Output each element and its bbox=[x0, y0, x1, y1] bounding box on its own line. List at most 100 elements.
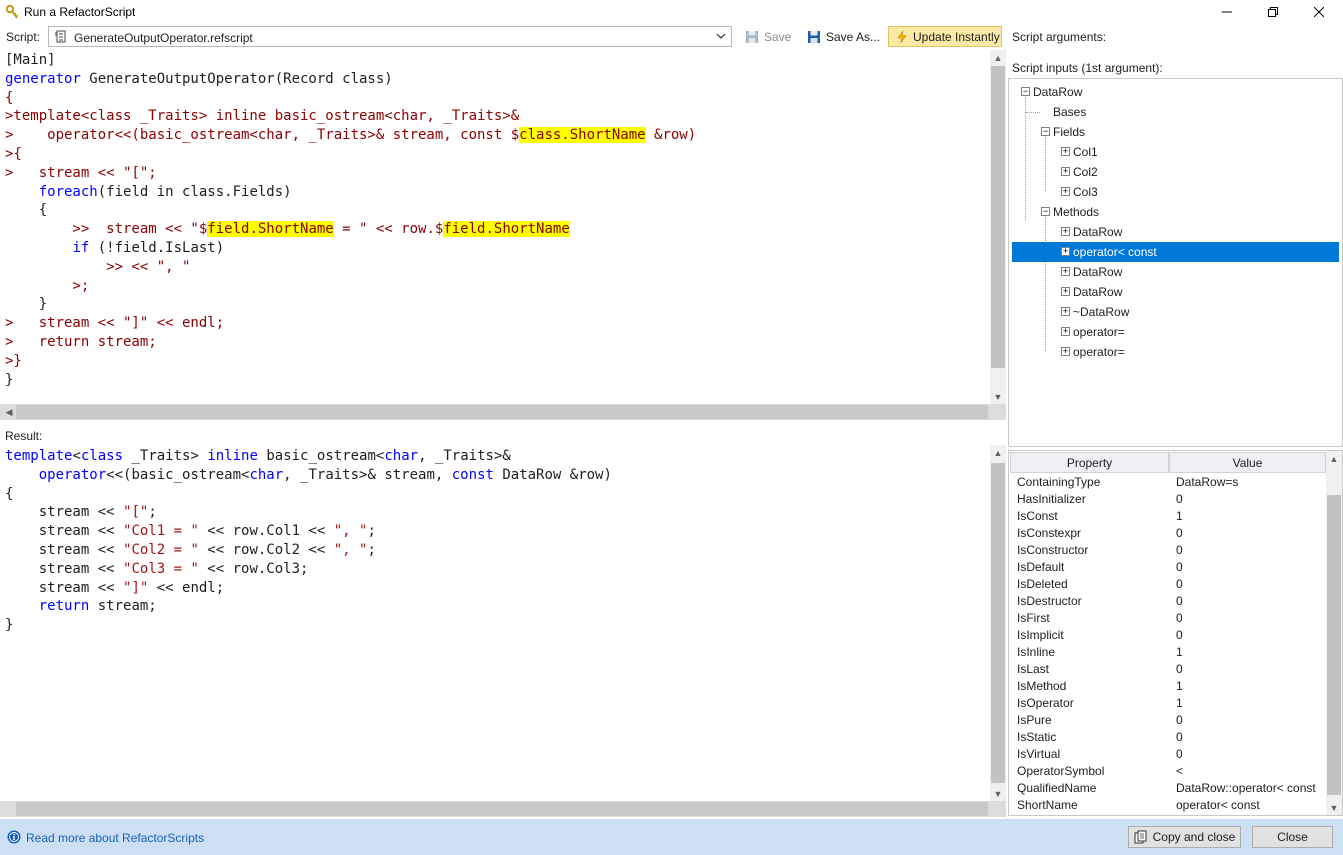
property-grid[interactable]: Property Value ContainingType DataRow=s Ha… bbox=[1008, 450, 1343, 816]
code-token: , _Traits>& bbox=[418, 448, 511, 464]
scrollbar-thumb[interactable] bbox=[991, 66, 1005, 368]
expand-icon[interactable]: + bbox=[1061, 247, 1070, 256]
property-row[interactable]: IsDefault 0 bbox=[1009, 559, 1325, 576]
scroll-up-icon[interactable]: ▲ bbox=[1327, 454, 1341, 464]
scroll-up-icon[interactable]: ▲ bbox=[991, 53, 1005, 63]
tree-node-fields[interactable]: − Fields bbox=[1035, 122, 1235, 142]
property-name: IsConst bbox=[1017, 509, 1058, 523]
tree-guide bbox=[1025, 97, 1026, 221]
scrollbar-thumb[interactable] bbox=[16, 802, 988, 816]
script-editor[interactable]: [Main] generator GenerateOutputOperator(R… bbox=[0, 50, 990, 404]
result-editor-vertical-scrollbar[interactable]: ▲ ▼ bbox=[990, 445, 1006, 801]
code-token: << endl; bbox=[148, 579, 225, 596]
property-name: IsDeleted bbox=[1017, 577, 1068, 591]
scroll-up-icon[interactable]: ▲ bbox=[991, 448, 1005, 458]
property-row[interactable]: IsConstructor 0 bbox=[1009, 542, 1325, 559]
code-token: >{ bbox=[5, 145, 22, 162]
code-token: basic_ostream< bbox=[257, 448, 385, 464]
expand-icon[interactable]: + bbox=[1061, 327, 1070, 336]
property-row[interactable]: IsInline 1 bbox=[1009, 644, 1325, 661]
minimize-button[interactable] bbox=[1204, 0, 1250, 24]
expand-icon[interactable]: + bbox=[1061, 267, 1070, 276]
collapse-icon[interactable]: − bbox=[1021, 87, 1030, 96]
property-value: 0 bbox=[1176, 577, 1183, 591]
scrollbar-thumb[interactable] bbox=[16, 405, 988, 419]
tree-node-label: DataRow bbox=[1073, 265, 1123, 279]
property-grid-scrollbar[interactable]: ▲ ▼ bbox=[1326, 451, 1342, 815]
script-inputs-tree[interactable]: − DataRow Bases − Fields + Col1 + Col2 + Col3… bbox=[1008, 78, 1343, 447]
close-window-button[interactable] bbox=[1296, 0, 1342, 24]
property-row[interactable]: IsImplicit 0 bbox=[1009, 627, 1325, 644]
property-row[interactable]: HasInitializer 0 bbox=[1009, 491, 1325, 508]
tree-node-item[interactable]: + Col2 bbox=[1055, 162, 1255, 182]
save-as-button[interactable]: Save As... bbox=[803, 26, 884, 47]
property-value: 0 bbox=[1176, 713, 1183, 727]
help-link[interactable]: Read more about RefactorScripts bbox=[26, 831, 204, 845]
expand-icon[interactable]: + bbox=[1061, 187, 1070, 196]
tree-node-bases[interactable]: Bases bbox=[1026, 102, 1235, 122]
code-token: foreach bbox=[38, 183, 98, 200]
property-row[interactable]: IsDestructor 0 bbox=[1009, 593, 1325, 610]
scroll-down-icon[interactable]: ▼ bbox=[1327, 803, 1341, 813]
code-token: stream << bbox=[5, 504, 124, 521]
close-button[interactable]: Close bbox=[1252, 826, 1333, 848]
update-instantly-toggle[interactable]: Update Instantly bbox=[888, 26, 1002, 47]
expand-icon[interactable]: + bbox=[1061, 307, 1070, 316]
expand-icon[interactable]: + bbox=[1061, 227, 1070, 236]
tree-node-item[interactable]: + Col1 bbox=[1055, 142, 1255, 162]
property-column-header[interactable]: Property bbox=[1010, 452, 1169, 473]
tree-node-item[interactable]: + DataRow bbox=[1055, 282, 1255, 302]
collapse-icon[interactable]: − bbox=[1041, 127, 1050, 136]
expand-icon[interactable]: + bbox=[1061, 147, 1070, 156]
tree-node-root[interactable]: − DataRow bbox=[1019, 82, 1319, 102]
scroll-down-icon[interactable]: ▼ bbox=[991, 789, 1005, 799]
maximize-button[interactable] bbox=[1250, 0, 1296, 24]
expand-icon[interactable]: + bbox=[1061, 287, 1070, 296]
result-editor-horizontal-scrollbar[interactable] bbox=[0, 801, 1006, 817]
collapse-icon[interactable]: − bbox=[1041, 207, 1050, 216]
property-row[interactable]: ShortName operator< const bbox=[1009, 797, 1325, 814]
property-row[interactable]: IsLast 0 bbox=[1009, 661, 1325, 678]
expand-icon[interactable]: + bbox=[1061, 347, 1070, 356]
script-editor-vertical-scrollbar[interactable]: ▲ ▼ bbox=[990, 50, 1006, 404]
tree-node-item[interactable]: + ~DataRow bbox=[1055, 302, 1255, 322]
tree-node-item[interactable]: + operator< const bbox=[1012, 242, 1339, 262]
script-label: Script: bbox=[6, 30, 41, 44]
save-as-label: Save As... bbox=[826, 29, 881, 44]
tree-node-item[interactable]: + Col3 bbox=[1055, 182, 1255, 202]
property-row[interactable]: IsStatic 0 bbox=[1009, 729, 1325, 746]
scroll-left-icon[interactable]: ◀ bbox=[2, 407, 16, 418]
property-row[interactable]: IsMethod 1 bbox=[1009, 678, 1325, 695]
property-row[interactable]: IsConstexpr 0 bbox=[1009, 525, 1325, 542]
property-row[interactable]: IsDeleted 0 bbox=[1009, 576, 1325, 593]
property-row[interactable]: IsFirst 0 bbox=[1009, 610, 1325, 627]
property-row[interactable]: OperatorSymbol < bbox=[1009, 763, 1325, 780]
scroll-down-icon[interactable]: ▼ bbox=[991, 392, 1005, 402]
code-token: "Col2 = " bbox=[123, 541, 199, 558]
save-button[interactable]: Save bbox=[741, 26, 795, 47]
tree-node-item[interactable]: + operator= bbox=[1055, 322, 1255, 342]
property-row[interactable]: IsOperator 1 bbox=[1009, 695, 1325, 712]
property-row[interactable]: QualifiedName DataRow::operator< const bbox=[1009, 780, 1325, 797]
scrollbar-thumb[interactable] bbox=[991, 463, 1005, 783]
property-name: QualifiedName bbox=[1017, 781, 1097, 795]
tree-node-methods[interactable]: − Methods bbox=[1035, 202, 1235, 222]
copy-and-close-button[interactable]: Copy and close bbox=[1128, 826, 1241, 848]
property-row[interactable]: IsPure 0 bbox=[1009, 712, 1325, 729]
expand-icon[interactable]: + bbox=[1061, 167, 1070, 176]
tree-node-item[interactable]: + DataRow bbox=[1055, 262, 1255, 282]
script-file-dropdown[interactable]: GenerateOutputOperator.refscript bbox=[48, 26, 732, 47]
tree-guide bbox=[1045, 137, 1046, 191]
result-editor[interactable]: template<class _Traits> inline basic_ost… bbox=[0, 445, 990, 801]
script-editor-horizontal-scrollbar[interactable]: ◀ bbox=[0, 404, 1006, 420]
property-row[interactable]: IsVirtual 0 bbox=[1009, 746, 1325, 763]
property-row[interactable]: IsConst 1 bbox=[1009, 508, 1325, 525]
property-value: 0 bbox=[1176, 611, 1183, 625]
scrollbar-thumb[interactable] bbox=[1327, 495, 1341, 795]
value-column-header[interactable]: Value bbox=[1169, 452, 1326, 473]
tree-node-item[interactable]: + operator= bbox=[1055, 342, 1255, 362]
property-row[interactable]: ContainingType DataRow=s bbox=[1009, 474, 1325, 491]
code-line: > return stream; bbox=[5, 333, 696, 352]
tree-node-item[interactable]: + DataRow bbox=[1055, 222, 1255, 242]
